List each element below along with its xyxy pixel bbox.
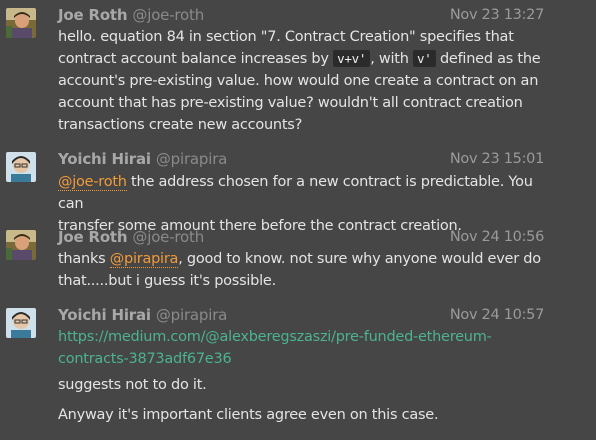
author-handle: @pirapira xyxy=(155,306,228,324)
message-line: @joe-roth the address chosen for a new c… xyxy=(58,171,548,215)
message-body: https://medium.com/@alexberegszaszi/pre-… xyxy=(58,326,548,370)
message-link[interactable]: contracts-3873adf67e36 xyxy=(58,351,232,367)
user-mention[interactable]: @joe-roth xyxy=(58,174,127,191)
author-display-name: Joe Roth xyxy=(58,228,128,246)
message-text: , good to know. not sure why anyone woul… xyxy=(178,251,541,267)
chat-message: Yoichi Hirai @pirapira Nov 24 10:57 http… xyxy=(0,300,596,440)
message-timestamp[interactable]: Nov 24 10:57 xyxy=(450,307,544,323)
author-handle: @joe-roth xyxy=(132,6,205,24)
author-display-name: Yoichi Hirai xyxy=(58,306,151,324)
message-text: contract account balance increases by xyxy=(58,51,334,67)
author-name[interactable]: Joe Roth @joe-roth xyxy=(58,6,204,24)
message-link[interactable]: https://medium.com/@alexberegszaszi/pre-… xyxy=(58,329,492,345)
author-name[interactable]: Joe Roth @joe-roth xyxy=(58,228,204,246)
avatar-yoichi-hirai[interactable] xyxy=(6,308,36,338)
message-line: https://medium.com/@alexberegszaszi/pre-… xyxy=(58,326,548,348)
message-line: that.....but i guess it's possible. xyxy=(58,273,276,289)
message-followup: suggests not to do it. xyxy=(58,377,207,393)
author-handle: @pirapira xyxy=(155,150,228,168)
author-name[interactable]: Yoichi Hirai @pirapira xyxy=(58,150,227,168)
author-display-name: Joe Roth xyxy=(58,6,128,24)
avatar-yoichi-hirai[interactable] xyxy=(6,152,36,182)
message-timestamp[interactable]: Nov 23 15:01 xyxy=(450,151,544,167)
message-line: transactions create new accounts? xyxy=(58,117,303,133)
author-name[interactable]: Yoichi Hirai @pirapira xyxy=(58,306,227,324)
avatar-joe-roth[interactable] xyxy=(6,230,36,260)
avatar-joe-roth[interactable] xyxy=(6,8,36,38)
message-body: hello. equation 84 in section "7. Contra… xyxy=(58,26,548,136)
message-line: contract account balance increases by v+… xyxy=(58,48,548,70)
message-text: thanks xyxy=(58,251,110,267)
message-text: defined as the xyxy=(435,51,541,67)
inline-code: v' xyxy=(413,50,436,67)
chat-log: Joe Roth @joe-roth Nov 23 13:27 hello. e… xyxy=(0,0,596,440)
chat-message: Joe Roth @joe-roth Nov 23 13:27 hello. e… xyxy=(0,0,596,140)
chat-message: Yoichi Hirai @pirapira Nov 23 15:01 @joe… xyxy=(0,144,596,234)
message-line: thanks @pirapira, good to know. not sure… xyxy=(58,248,548,270)
chat-message: Joe Roth @joe-roth Nov 24 10:56 thanks @… xyxy=(0,222,596,298)
message-text: the address chosen for a new contract is… xyxy=(58,174,533,212)
message-followup: Anyway it's important clients agree even… xyxy=(58,407,439,423)
message-line: hello. equation 84 in section "7. Contra… xyxy=(58,29,514,45)
message-line: account that has pre-existing value? wou… xyxy=(58,95,523,111)
message-body: thanks @pirapira, good to know. not sure… xyxy=(58,248,548,292)
message-timestamp[interactable]: Nov 24 10:56 xyxy=(450,229,544,245)
message-line: account's pre-existing value. how would … xyxy=(58,73,539,89)
message-line: contracts-3873adf67e36 xyxy=(58,348,548,370)
message-text: , with xyxy=(370,51,414,67)
user-mention[interactable]: @pirapira xyxy=(109,251,178,268)
author-handle: @joe-roth xyxy=(132,228,205,246)
inline-code: v+v' xyxy=(333,50,371,67)
author-display-name: Yoichi Hirai xyxy=(58,150,151,168)
message-timestamp[interactable]: Nov 23 13:27 xyxy=(450,7,544,23)
